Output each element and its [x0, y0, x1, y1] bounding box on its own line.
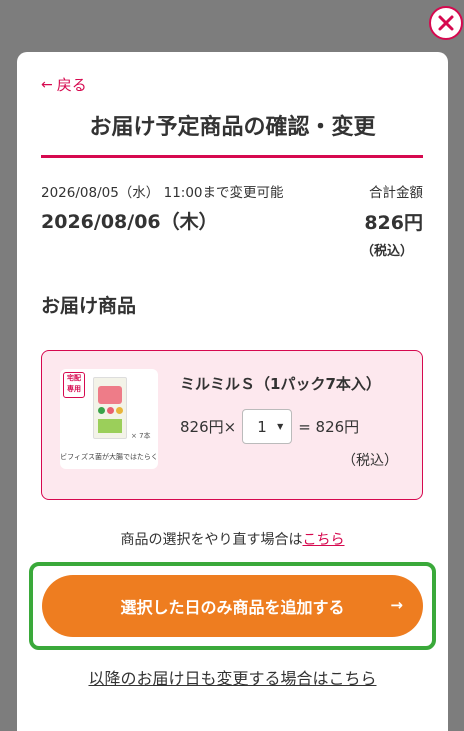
modal-title: お届け予定商品の確認・変更: [89, 115, 376, 140]
product-pack-image: [93, 377, 127, 439]
unit-price: 826円: [180, 418, 224, 436]
add-items-button[interactable]: 選択した日のみ商品を追加する →: [42, 575, 423, 637]
product-card: 宅配専用 × 7本 ビフィズス菌が大腸ではたらく ミルミルＳ（1パック7本入） …: [41, 350, 423, 500]
back-link[interactable]: ← 戻る: [41, 74, 87, 95]
close-button[interactable]: [429, 6, 463, 40]
back-arrow-icon: ←: [41, 76, 53, 93]
close-icon: [438, 15, 454, 31]
product-image: 宅配専用 × 7本 ビフィズス菌が大腸ではたらく: [60, 369, 158, 469]
reselect-text: 商品の選択をやり直す場合は: [120, 532, 303, 548]
add-items-label: 選択した日のみ商品を追加する: [120, 598, 345, 617]
total-amount: 826円: [364, 212, 423, 234]
reselect-note: 商品の選択をやり直す場合はこちら: [17, 529, 448, 549]
product-image-caption: ビフィズス菌が大腸ではたらく: [60, 453, 158, 461]
times-sign: ×: [223, 417, 237, 436]
pack-count-mark: × 7本: [131, 432, 151, 440]
delivery-only-badge: 宅配専用: [63, 372, 85, 398]
items-heading: お届け商品: [41, 295, 137, 317]
reselect-link[interactable]: こちら: [303, 532, 345, 548]
back-label: 戻る: [56, 76, 87, 94]
change-later-link[interactable]: 以降のお届け日も変更する場合はこちら: [17, 665, 448, 689]
total-label: 合計金額: [369, 185, 423, 201]
line-tax-note: （税込）: [342, 453, 398, 469]
title-divider: [41, 155, 423, 158]
quantity-select[interactable]: 1 ▼: [242, 409, 293, 444]
arrow-right-icon: →: [390, 596, 403, 614]
quantity-value: 1: [257, 417, 267, 436]
total-tax-note: （税込）: [360, 244, 413, 259]
caret-down-icon: ▼: [277, 422, 284, 431]
line-total: = 826円: [298, 418, 360, 436]
change-deadline: 2026/08/05（水） 11:00まで変更可能: [41, 185, 284, 201]
product-name: ミルミルＳ（1パック7本入）: [180, 375, 381, 393]
price-row: 826円 × 1 ▼ = 826円: [180, 409, 359, 444]
delivery-date: 2026/08/06（木）: [41, 211, 218, 233]
modal: ← 戻る お届け予定商品の確認・変更 2026/08/05（水） 11:00まで…: [17, 52, 448, 731]
